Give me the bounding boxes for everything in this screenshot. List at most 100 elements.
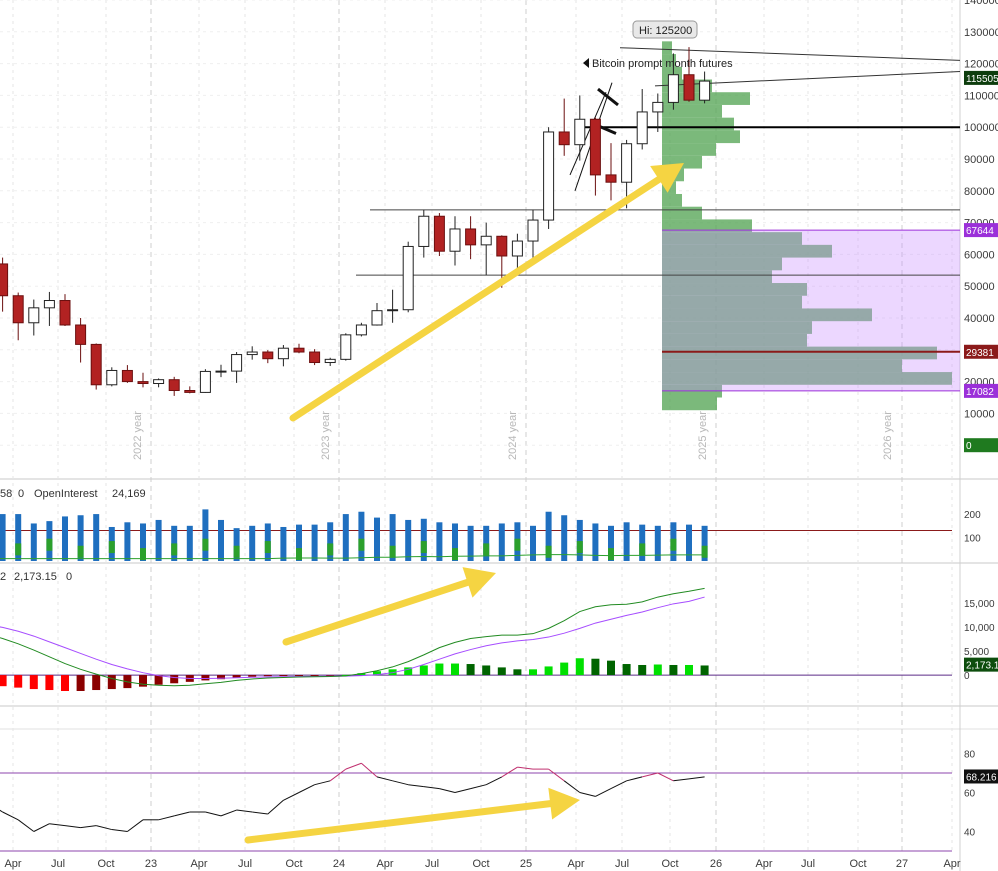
price-y-tick: 140000 bbox=[964, 0, 998, 7]
price-y-tick: 60000 bbox=[964, 249, 995, 261]
rsi-line-segment bbox=[49, 823, 66, 827]
rsi-line-segment bbox=[408, 784, 424, 788]
oi-bar-segment bbox=[46, 538, 53, 551]
x-axis-label: 24 bbox=[333, 858, 345, 870]
candle-body bbox=[0, 263, 9, 297]
year-label: 2025 year bbox=[697, 411, 709, 460]
macd-histogram-bar bbox=[201, 675, 210, 681]
rsi-line-segment bbox=[329, 768, 347, 782]
year-labels: 2022 year 2023 year 2024 year 2025 year 2026… bbox=[132, 411, 894, 460]
macd-histogram-bar bbox=[451, 663, 459, 676]
candle-body bbox=[527, 219, 539, 242]
year-label: 2026 year bbox=[882, 411, 894, 460]
candle-body bbox=[121, 369, 133, 383]
candle-body bbox=[262, 351, 274, 360]
macd-histogram-bar bbox=[279, 675, 288, 677]
volume-bar bbox=[249, 525, 256, 561]
x-axis-label: 23 bbox=[145, 858, 157, 870]
volume-bar bbox=[171, 525, 178, 561]
candle-body bbox=[43, 300, 55, 309]
volume-profile-bar bbox=[662, 117, 734, 131]
volume-profile-bar bbox=[662, 206, 702, 220]
rsi-line-segment bbox=[501, 766, 518, 778]
oi-bar-segment bbox=[452, 548, 458, 561]
candle-body bbox=[621, 143, 633, 183]
x-axis-label: Oct bbox=[849, 858, 866, 870]
rsi-line-segment bbox=[80, 825, 97, 829]
candle-body bbox=[418, 215, 430, 247]
volume-bar bbox=[62, 516, 68, 561]
volume-bar bbox=[374, 517, 380, 561]
rsi-line-segment bbox=[220, 809, 237, 817]
candle-body bbox=[90, 343, 102, 386]
macd-histogram-bar bbox=[685, 664, 693, 676]
macd-histogram-bar bbox=[419, 665, 428, 676]
rsi-line-segment bbox=[252, 811, 268, 815]
rsi-line-segment bbox=[579, 792, 596, 797]
volume-bar bbox=[186, 525, 193, 561]
candle-body bbox=[246, 351, 258, 356]
rsi-line-segment bbox=[688, 776, 705, 780]
candle-body bbox=[652, 101, 664, 113]
macd-histogram-bar bbox=[560, 662, 569, 676]
value-area-zone bbox=[662, 230, 960, 391]
price-tag-text: 29381 bbox=[966, 348, 994, 359]
oi-bar-segment bbox=[202, 538, 209, 551]
macd-trend-arrow-shaft bbox=[282, 578, 471, 646]
oi-bar-segment bbox=[608, 548, 614, 561]
macd-histogram-bar bbox=[0, 675, 7, 687]
oi-bar-segment bbox=[327, 543, 334, 556]
macd-histogram-bar bbox=[61, 675, 69, 691]
macd-header-val2: 2,173.15 bbox=[14, 571, 57, 583]
candle-body bbox=[28, 307, 40, 324]
rsi-line-segment bbox=[64, 825, 81, 829]
price-y-tick: 120000 bbox=[964, 59, 998, 71]
x-axis-label: Oct bbox=[285, 858, 302, 870]
rsi-line-segment bbox=[548, 768, 565, 782]
volume-profile-bar bbox=[662, 397, 717, 411]
candle-body bbox=[589, 118, 601, 176]
candle-body bbox=[293, 347, 305, 353]
volume-bar bbox=[654, 525, 661, 561]
rsi-value-tag-text: 68.216 bbox=[966, 772, 997, 783]
candle-body bbox=[511, 240, 523, 257]
oi-bar-segment bbox=[701, 545, 708, 558]
x-axis-label: Apr bbox=[943, 858, 960, 870]
price-y-tick: 10000 bbox=[964, 408, 995, 420]
macd-histogram-bar bbox=[513, 669, 522, 676]
rsi-line-segment bbox=[0, 809, 3, 813]
rsi-y-tick: 60 bbox=[964, 789, 976, 800]
candle-body bbox=[324, 358, 336, 364]
annotation-pointer-icon bbox=[583, 58, 589, 68]
rsi-line-segment bbox=[314, 780, 331, 786]
candle-body bbox=[699, 80, 711, 101]
price-y-tick: 100000 bbox=[964, 122, 998, 134]
rsi-line-segment bbox=[470, 784, 487, 790]
axis-labels: Apr Jul Oct 23 Apr Jul Oct 24 Apr Jul Oct 25 Apr Jul O… bbox=[4, 0, 998, 870]
x-axis-label: Oct bbox=[97, 858, 114, 870]
rsi-line-segment bbox=[2, 811, 19, 821]
macd-histogram-bar bbox=[466, 664, 475, 676]
volume-bar bbox=[93, 514, 100, 561]
oi-bar-segment bbox=[264, 541, 271, 554]
chart-canvas: 2022 year 2023 year 2024 year 2025 year 2026… bbox=[0, 0, 998, 871]
candle-body bbox=[75, 324, 87, 345]
rsi-line-segment bbox=[626, 776, 643, 782]
macd-histogram-bar bbox=[248, 675, 257, 677]
macd-value-tag-text: 2,173.15 bbox=[966, 661, 998, 672]
panel-backgrounds bbox=[0, 0, 998, 871]
macd-histogram-bar bbox=[638, 664, 647, 676]
oi-bar-segment bbox=[358, 538, 365, 551]
candle-body bbox=[12, 295, 24, 324]
candle-body bbox=[153, 379, 165, 385]
macd-histogram-bar bbox=[29, 675, 38, 690]
volume-profile-bar bbox=[662, 130, 740, 144]
candle-body bbox=[402, 245, 414, 311]
candle-body bbox=[496, 235, 508, 257]
x-axis-label: 27 bbox=[896, 858, 908, 870]
macd-histogram-bar bbox=[669, 664, 678, 676]
candle-body bbox=[59, 300, 71, 326]
oi-bar-segment bbox=[15, 543, 22, 556]
macd-trend-arrow-head-icon bbox=[462, 567, 496, 598]
macd-histogram-bar bbox=[14, 675, 23, 688]
